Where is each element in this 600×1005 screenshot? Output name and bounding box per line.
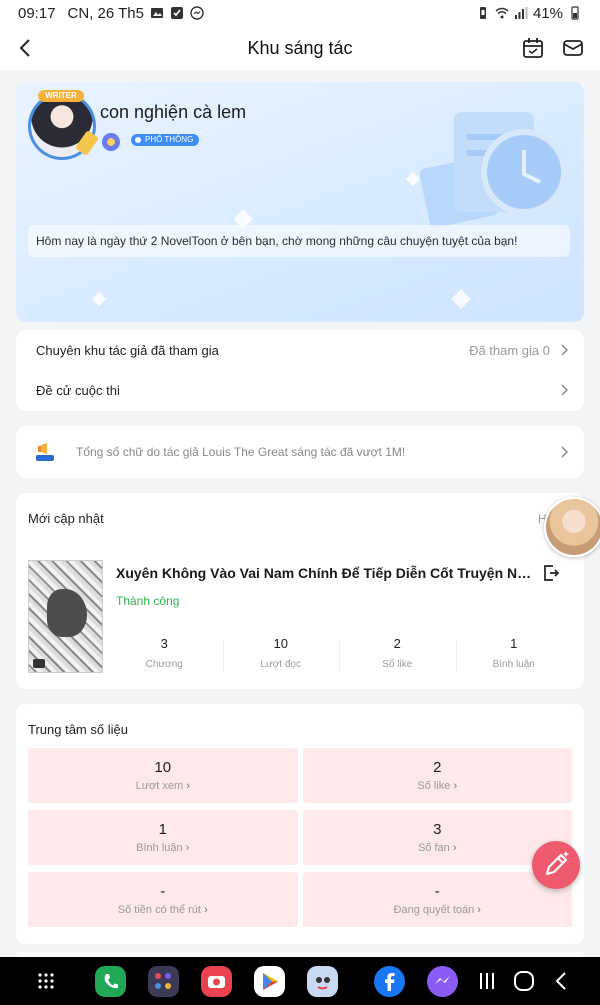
mail-icon[interactable] <box>561 36 585 60</box>
checkbox-icon <box>170 7 183 19</box>
profile-card: WRITER con nghiện cà lem PHỔ THÔNG Hôm n… <box>16 82 584 322</box>
noveltoon-app-icon[interactable] <box>307 966 338 997</box>
data-cell-withdrawable[interactable]: - Số tiền có thể rút <box>28 872 298 927</box>
battery-level: 41% <box>532 4 563 22</box>
pen-icon <box>545 851 569 876</box>
recents-icon[interactable] <box>475 969 499 993</box>
sparkle-decor <box>451 289 471 309</box>
wifi-icon <box>495 7 509 19</box>
notice-card[interactable]: Tổng số chữ do tác giả Louis The Great s… <box>16 426 584 478</box>
write-fab[interactable] <box>532 841 580 889</box>
battery-saver-icon <box>479 7 486 19</box>
section-title-latest: Mới cập nhật <box>28 511 104 526</box>
menu-item-joined-zones[interactable]: Chuyên khu tác giả đã tham gia Đã tham g… <box>16 330 584 370</box>
novel-title[interactable]: Xuyên Không Vào Vai Nam Chính Để Tiếp Di… <box>116 565 536 581</box>
stat-likes: 2 Số like <box>339 636 456 676</box>
facebook-app-icon[interactable] <box>374 966 405 997</box>
status-date: CN, 26 Th5 <box>67 4 144 22</box>
level-badge[interactable]: PHỔ THÔNG <box>131 134 200 146</box>
messenger-icon <box>190 6 204 20</box>
app-drawer-icon[interactable] <box>34 969 58 993</box>
signal-icon <box>514 7 528 19</box>
nav-back-icon[interactable] <box>550 969 574 993</box>
page-title: Khu sáng tác <box>247 37 353 58</box>
home-icon[interactable] <box>512 969 536 993</box>
chevron-right-icon <box>561 344 568 356</box>
app-header: Khu sáng tác <box>0 26 600 70</box>
menu-item-label: Đề cử cuộc thi <box>36 382 120 398</box>
sparkle-decor <box>91 291 107 307</box>
achievement-badge-icon[interactable] <box>102 133 120 151</box>
megaphone-icon <box>36 443 54 461</box>
menu-item-contest-nomination[interactable]: Đề cử cuộc thi <box>16 370 584 410</box>
battery-icon <box>571 6 579 20</box>
welcome-message: Hôm nay là ngày thứ 2 NovelToon ở bên bạ… <box>28 225 570 257</box>
system-nav-bar <box>0 957 600 1005</box>
novel-stats: 3 Chương 10 Lượt đọc 2 Số like 1 Bình luận <box>106 636 572 676</box>
folder-apps-icon[interactable] <box>148 966 179 997</box>
novel-status: Thành công <box>116 594 180 608</box>
data-cell-comments[interactable]: 1 Bình luận <box>28 810 298 865</box>
section-title-data-center: Trung tâm số liệu <box>28 722 128 737</box>
floating-assistant-avatar[interactable] <box>544 497 600 557</box>
play-store-icon[interactable] <box>254 966 285 997</box>
camera-app-icon[interactable] <box>201 966 232 997</box>
data-cell-views[interactable]: 10 Lượt xem <box>28 748 298 803</box>
data-grid: 10Lượt xem 2Số like 1Bình luận 3Số fan -… <box>28 748 572 927</box>
novel-cover[interactable] <box>28 560 103 673</box>
menu-card: Chuyên khu tác giả đã tham gia Đã tham g… <box>16 330 584 411</box>
stat-comments: 1 Bình luận <box>455 636 573 676</box>
data-center-card: Trung tâm số liệu 10Lượt xem 2Số like 1B… <box>16 704 584 944</box>
username: con nghiện cà lem <box>100 102 247 122</box>
phone-app-icon[interactable] <box>95 966 126 997</box>
stat-chapters: 3 Chương <box>145 636 183 670</box>
chevron-right-icon <box>561 384 568 396</box>
back-icon[interactable] <box>14 36 38 60</box>
messenger-app-icon[interactable] <box>427 966 458 997</box>
latest-update-card: Mới cập nhật Xuyên Không Vào Vai Nam Chí… <box>16 493 584 689</box>
status-bar: 09:17 CN, 26 Th5 41% <box>0 0 600 26</box>
status-time: 09:17 <box>18 4 56 22</box>
stat-reads: 10 Lượt đọc <box>222 636 340 676</box>
notice-text: Tổng số chữ do tác giả Louis The Great s… <box>76 445 406 459</box>
calendar-icon[interactable] <box>521 36 545 60</box>
writer-tag: WRITER <box>38 90 84 102</box>
menu-item-meta: Đã tham gia 0 <box>469 342 550 358</box>
level-badge-label: PHỔ THÔNG <box>145 135 194 144</box>
menu-item-label: Chuyên khu tác giả đã tham gia <box>36 342 219 358</box>
export-icon[interactable] <box>542 564 560 582</box>
gallery-icon <box>150 8 163 18</box>
data-cell-likes[interactable]: 2 Số like <box>302 748 572 803</box>
chevron-right-icon <box>561 446 568 458</box>
